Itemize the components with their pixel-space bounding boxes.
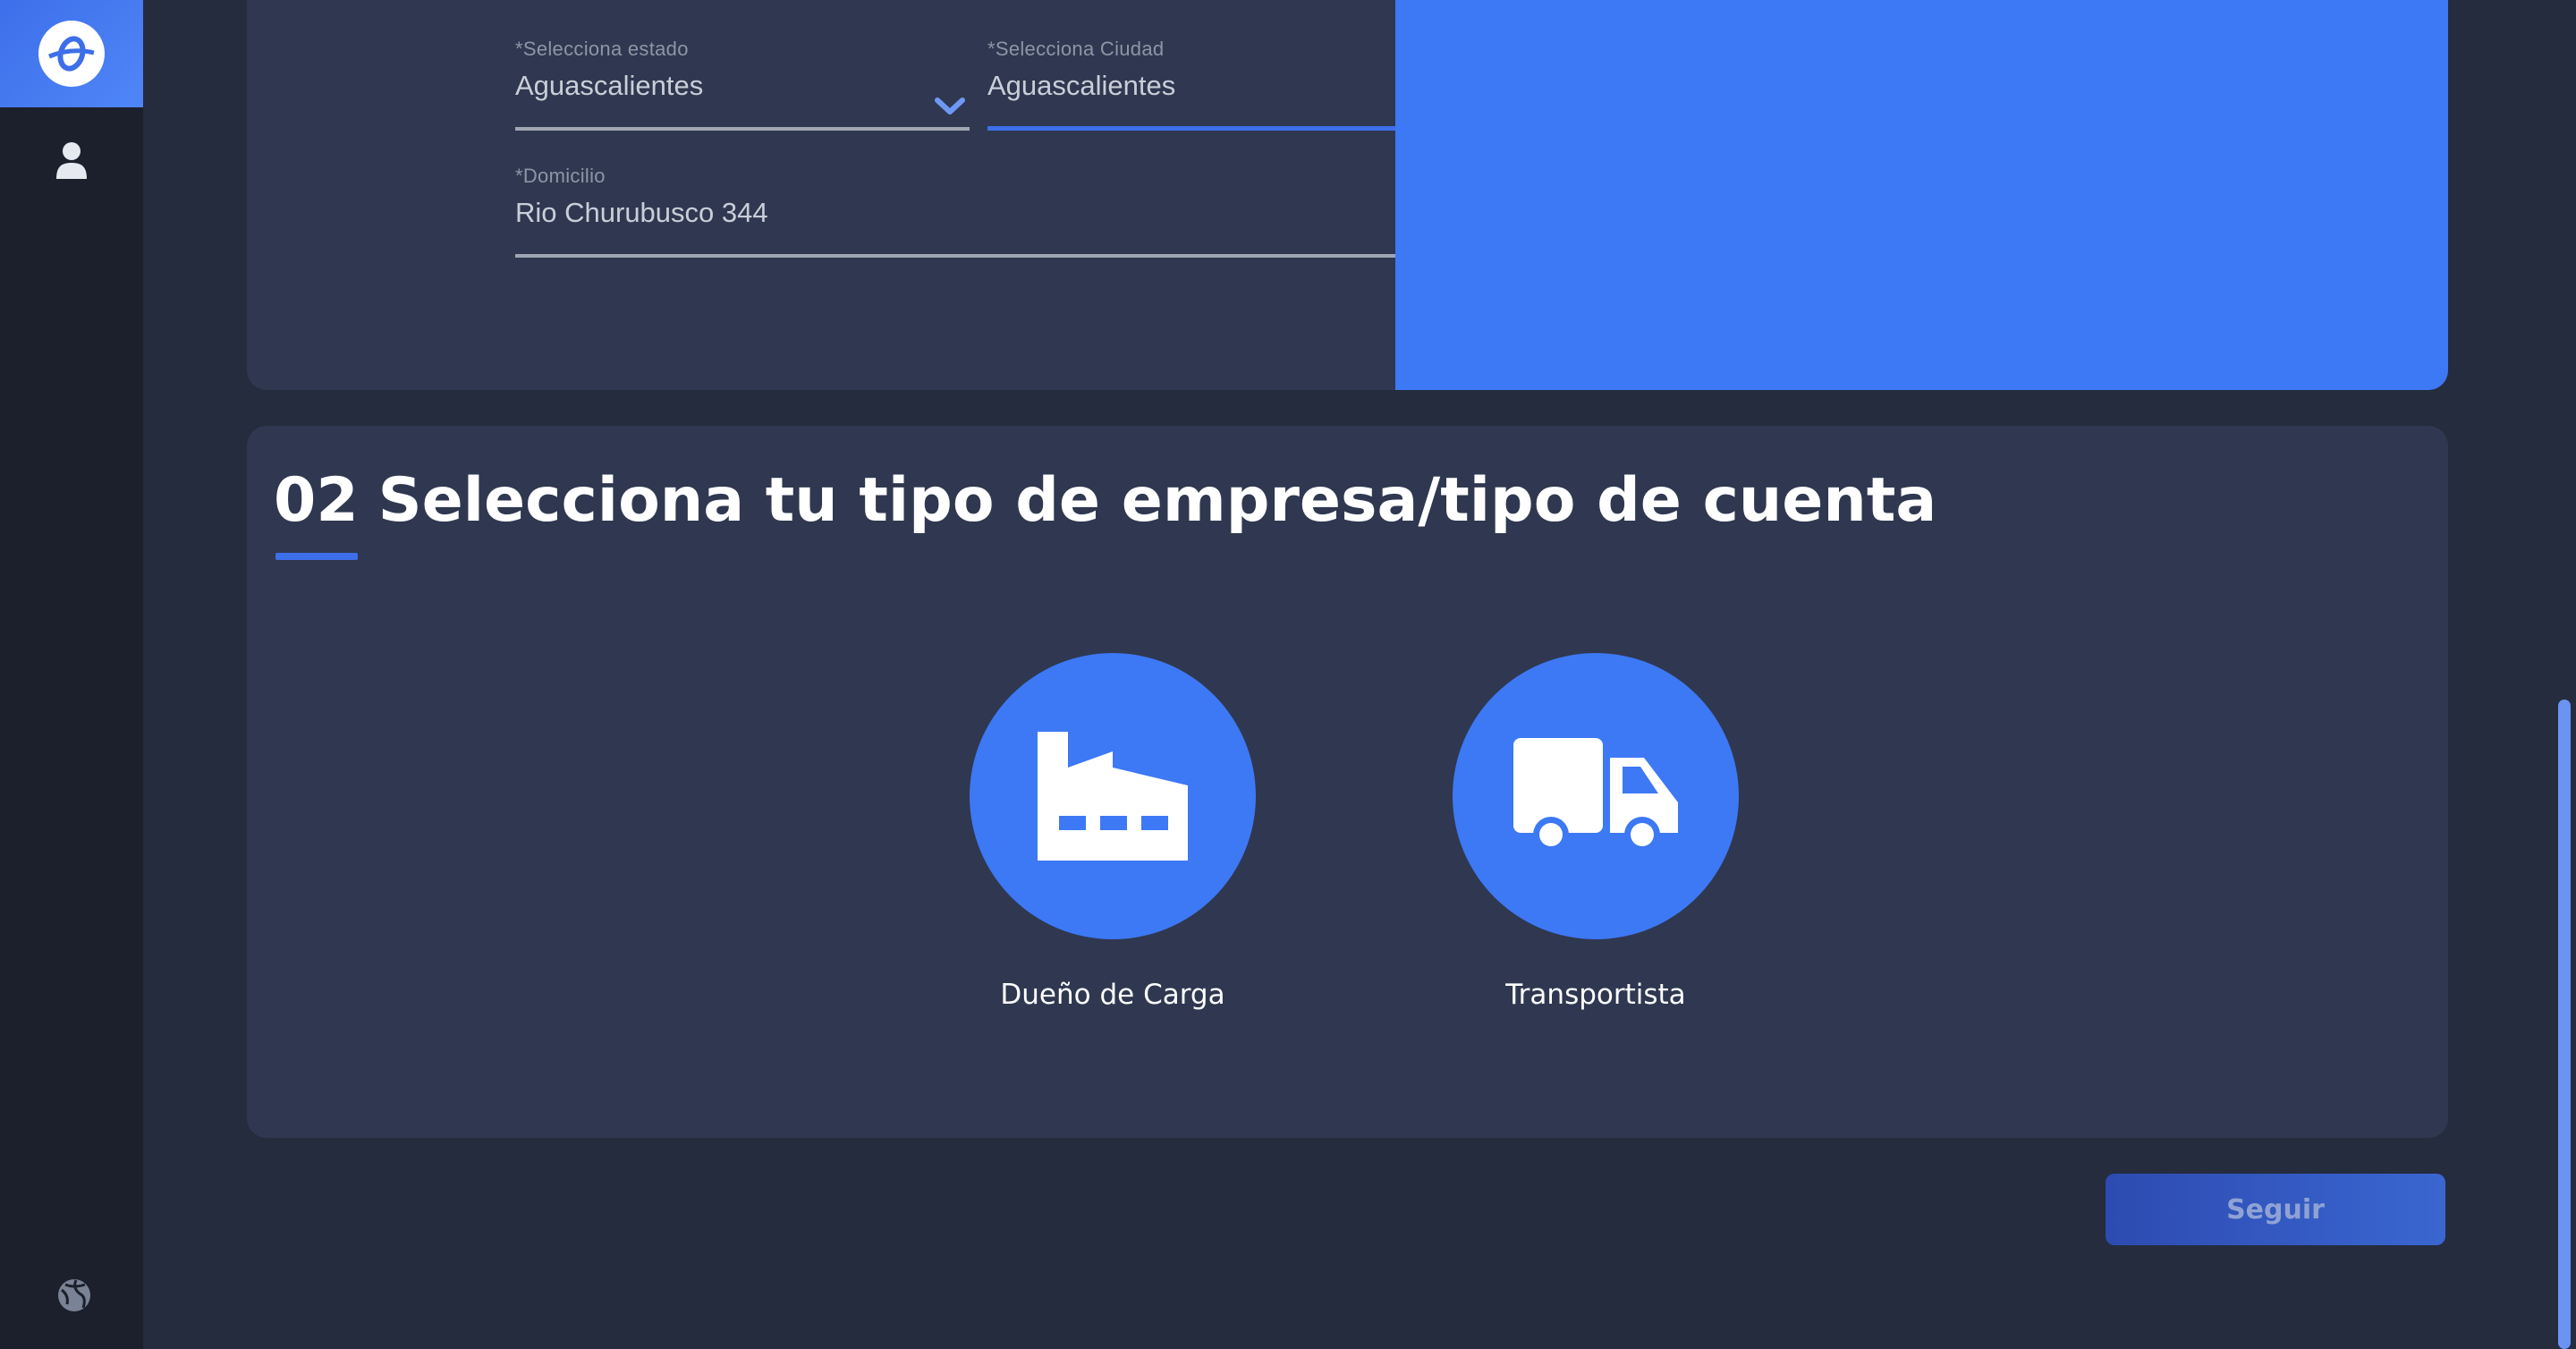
- estado-value: Aguascalientes: [515, 70, 704, 101]
- ciudad-select[interactable]: *Selecciona Ciudad Aguascalientes: [987, 38, 1440, 131]
- seguir-button[interactable]: Seguir: [2106, 1174, 2445, 1245]
- ciudad-value: Aguascalientes: [987, 70, 1176, 101]
- truck-icon: [1513, 738, 1678, 853]
- ciudad-underline: [987, 126, 1440, 131]
- main-content: *Selecciona estado Aguascalientes *Selec…: [143, 0, 2576, 1349]
- map-panel: [1395, 0, 2448, 390]
- title-underline: [275, 553, 358, 560]
- section-number: 02: [274, 465, 359, 536]
- address-card: *Selecciona estado Aguascalientes *Selec…: [247, 0, 2448, 390]
- user-icon[interactable]: [56, 141, 87, 181]
- section-heading: Selecciona tu tipo de empresa/tipo de cu…: [377, 465, 1937, 536]
- option-transportista[interactable]: Transportista: [1453, 653, 1739, 1011]
- app-logo[interactable]: [0, 0, 143, 107]
- option-circle[interactable]: [970, 653, 1256, 939]
- option-dueno-de-carga[interactable]: Dueño de Carga: [970, 653, 1256, 1011]
- domicilio-underline: [515, 254, 1459, 258]
- orb-logo-icon: [38, 21, 105, 87]
- scrollbar-thumb[interactable]: [2558, 700, 2571, 1349]
- globe-icon[interactable]: [56, 1277, 92, 1313]
- factory-icon: [1038, 732, 1188, 861]
- option-label: Transportista: [1505, 979, 1686, 1011]
- ciudad-label: *Selecciona Ciudad: [987, 38, 1165, 60]
- account-type-card: 02 Selecciona tu tipo de empresa/tipo de …: [247, 426, 2448, 1138]
- estado-select[interactable]: *Selecciona estado Aguascalientes: [515, 38, 970, 131]
- estado-underline: [515, 127, 970, 131]
- chevron-down-icon[interactable]: [934, 97, 966, 116]
- sidebar: [0, 0, 143, 1349]
- estado-label: *Selecciona estado: [515, 38, 689, 60]
- section-title: 02 Selecciona tu tipo de empresa/tipo de …: [274, 465, 1936, 536]
- option-label: Dueño de Carga: [1000, 979, 1225, 1011]
- domicilio-value[interactable]: Rio Churubusco 344: [515, 197, 1459, 229]
- option-circle[interactable]: [1453, 653, 1739, 939]
- domicilio-label: *Domicilio: [515, 165, 606, 187]
- domicilio-field[interactable]: *Domicilio Rio Churubusco 344: [515, 165, 1459, 258]
